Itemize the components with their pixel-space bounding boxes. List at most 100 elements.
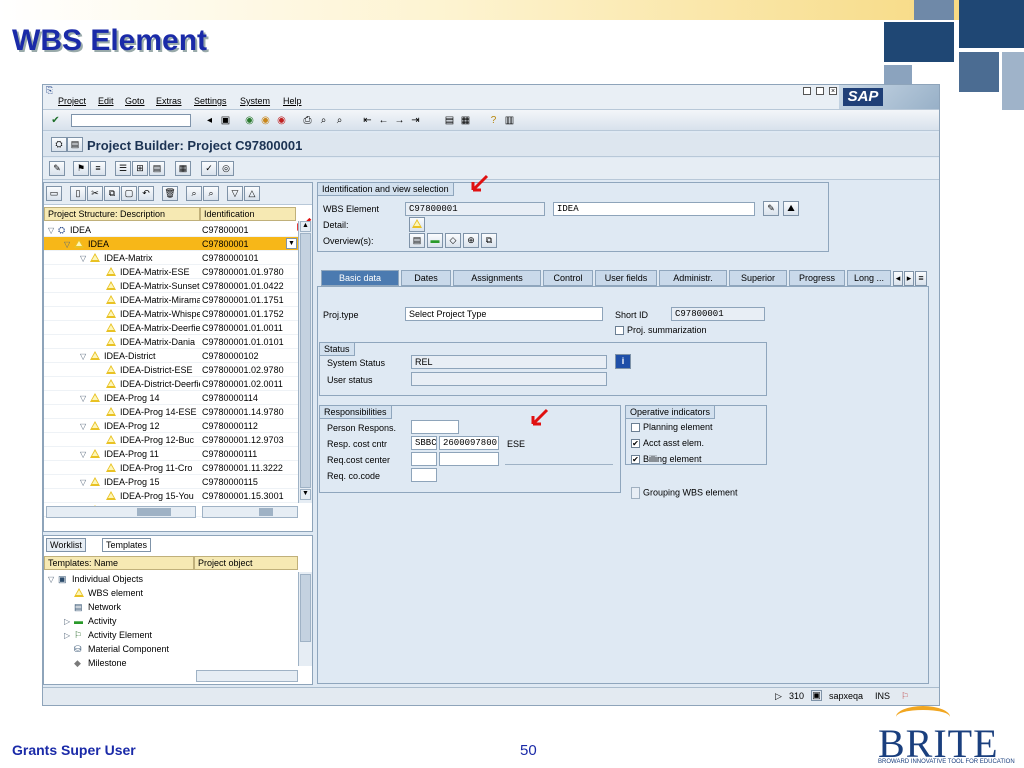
tree-row[interactable]: IDEA-District-ESE C97800001.02.9780 xyxy=(44,363,298,377)
tree-vertical-scrollbar[interactable]: ▲ ▼ xyxy=(298,221,312,503)
expand-icon[interactable]: △ xyxy=(244,186,260,201)
tab-list-icon[interactable]: ≡ xyxy=(915,271,927,286)
tab-control[interactable]: Control xyxy=(543,270,593,286)
tab-assignments[interactable]: Assignments xyxy=(453,270,541,286)
tree-row[interactable]: ▽ IDEA-Prog 14 C9780000114 xyxy=(44,391,298,405)
close-icon[interactable]: × xyxy=(829,87,837,95)
tree-row[interactable]: IDEA-Matrix-Deerfield C97800001.01.0011 xyxy=(44,321,298,335)
collapse-icon[interactable]: ▽ xyxy=(227,186,243,201)
menu-help[interactable]: Help xyxy=(283,96,302,106)
req-cost-center-field[interactable] xyxy=(439,452,499,466)
enter-icon[interactable]: ✔ xyxy=(49,114,62,127)
undo-icon[interactable]: ↶ xyxy=(138,186,154,201)
maximize-icon[interactable] xyxy=(816,87,824,95)
tree-row[interactable]: IDEA-Prog 14-ESE C97800001.14.9780 xyxy=(44,405,298,419)
last-page-icon[interactable]: ⇥ xyxy=(409,114,422,127)
billing-element-row[interactable]: ✔ Billing element xyxy=(631,454,702,465)
template-expander-icon[interactable]: ▽ xyxy=(48,573,58,587)
tree-expander-icon[interactable]: ▽ xyxy=(80,392,90,406)
next-page-icon[interactable]: → xyxy=(393,114,406,127)
user-status-field[interactable] xyxy=(411,372,607,386)
tree-row[interactable]: IDEA-Prog 12-Buc C97800001.12.9703 xyxy=(44,433,298,447)
proj-summ-row[interactable]: Proj. summarization xyxy=(615,325,707,336)
req-cost-center-area-field[interactable] xyxy=(411,452,437,466)
tree-expander-icon[interactable]: ▽ xyxy=(80,448,90,462)
tree-row[interactable]: IDEA-Matrix-ESE C97800001.01.9780 xyxy=(44,265,298,279)
tree-expander-icon[interactable]: ▽ xyxy=(80,476,90,490)
tree-row[interactable]: IDEA-District-DeerfieldC97800001.02.0011 xyxy=(44,377,298,391)
tree-expander-icon[interactable]: ▽ xyxy=(80,252,90,266)
edit-pencil-icon[interactable]: ✎ xyxy=(49,161,65,176)
tab-scroll-left-icon[interactable]: ◂ xyxy=(893,271,903,286)
exit-icon[interactable]: ◉ xyxy=(259,114,272,127)
system-status-field[interactable]: REL xyxy=(411,355,607,369)
tree-row[interactable]: ▽ IDEA-Prog 12 C9780000112 xyxy=(44,419,298,433)
gantt-icon[interactable]: ▤ xyxy=(149,161,165,176)
menu-goto[interactable]: Goto xyxy=(125,96,145,106)
back-small-icon[interactable]: ◂ xyxy=(203,114,216,127)
tree-col-description[interactable]: Project Structure: Description xyxy=(44,207,200,221)
tree-row[interactable]: ▽ IDEA-District C9780000102 xyxy=(44,349,298,363)
templates-vertical-scrollbar[interactable] xyxy=(298,572,312,666)
tab-scroll-right-icon[interactable]: ▸ xyxy=(904,271,914,286)
help-icon[interactable]: ? xyxy=(487,114,500,127)
menu-edit[interactable]: Edit xyxy=(98,96,114,106)
info-icon[interactable]: ≡ xyxy=(90,161,106,176)
short-id-field[interactable]: C97800001 xyxy=(671,307,765,321)
minimize-icon[interactable] xyxy=(803,87,811,95)
tree-row[interactable]: ▽ IDEA C97800001 xyxy=(44,237,298,251)
template-row[interactable]: ▷ ▬ Activity xyxy=(44,614,298,628)
tree-row[interactable]: IDEA-Matrix-Whisper C97800001.01.1752 xyxy=(44,307,298,321)
status-info-icon[interactable]: i xyxy=(615,354,631,369)
template-row[interactable]: ▷ ⚐ Activity Element xyxy=(44,628,298,642)
tree-graphic-icon[interactable]: ⊞ xyxy=(132,161,148,176)
menu-extras[interactable]: Extras xyxy=(156,96,182,106)
acct-asst-row[interactable]: ✔ Acct asst elem. xyxy=(631,438,704,449)
cancel-icon[interactable]: ◉ xyxy=(275,114,288,127)
tree-row[interactable]: ▽ ⛭ IDEA C97800001 xyxy=(44,223,298,237)
proj-summ-checkbox[interactable] xyxy=(615,326,624,336)
planning-element-checkbox[interactable] xyxy=(631,423,640,433)
row-dropdown-icon[interactable]: ▼ xyxy=(286,238,297,249)
layout-icon[interactable]: ▥ xyxy=(503,114,516,127)
cut-icon[interactable]: ✂ xyxy=(87,186,103,201)
templates-horizontal-scrollbar[interactable] xyxy=(196,670,298,682)
tree-row[interactable]: ▽ IDEA-Matrix C9780000101 xyxy=(44,251,298,265)
tree-row[interactable]: IDEA-Matrix-Dania C97800001.01.0101 xyxy=(44,335,298,349)
grouping-wbs-checkbox[interactable] xyxy=(631,487,640,499)
tab-worklist[interactable]: Worklist xyxy=(46,538,86,552)
template-expander-icon[interactable]: ▷ xyxy=(64,629,74,643)
template-row[interactable]: ⛁ Material Component xyxy=(44,642,298,656)
tree-row[interactable]: ▽ IDEA-Prog 15 C9780000115 xyxy=(44,475,298,489)
tree-row[interactable]: ▽ IDEA-Prog 11 C9780000111 xyxy=(44,447,298,461)
templates-col-object[interactable]: Project object xyxy=(194,556,298,570)
tree-expander-icon[interactable]: ▽ xyxy=(80,420,90,434)
table-icon[interactable]: ▦ xyxy=(175,161,191,176)
tree-expander-icon[interactable]: ▽ xyxy=(64,238,74,252)
menu-project[interactable]: Project xyxy=(58,96,86,106)
settings-icon[interactable]: ◎ xyxy=(218,161,234,176)
paste-icon[interactable]: ▢ xyxy=(121,186,137,201)
status-list-icon[interactable]: ▣ xyxy=(811,690,822,701)
check-icon[interactable]: ✓ xyxy=(201,161,217,176)
planning-element-row[interactable]: Planning element xyxy=(631,422,713,433)
hierarchy-icon[interactable]: ⚑ xyxy=(73,161,89,176)
delete-icon[interactable]: 🗑 xyxy=(162,186,178,201)
billing-element-checkbox[interactable]: ✔ xyxy=(631,455,640,465)
resp-cost-center-area-field[interactable]: SBBC xyxy=(411,436,437,450)
menu-settings[interactable]: Settings xyxy=(194,96,227,106)
template-row[interactable]: WBS element xyxy=(44,586,298,600)
tree-expand-icon[interactable]: ☰ xyxy=(115,161,131,176)
open-icon[interactable]: ▭ xyxy=(46,186,62,201)
tree-horizontal-scrollbar[interactable] xyxy=(46,506,196,518)
new-icon[interactable]: ▯ xyxy=(70,186,86,201)
new-session-icon[interactable]: ▤ xyxy=(443,114,456,127)
tree-row[interactable]: IDEA-Matrix-Sunset C97800001.01.0422 xyxy=(44,279,298,293)
tree-expander-icon[interactable]: ▽ xyxy=(48,224,58,238)
find-next-icon[interactable]: ⌕ xyxy=(333,114,346,127)
tab-basic-data[interactable]: Basic data xyxy=(321,270,399,286)
grouping-wbs-row[interactable]: Grouping WBS element xyxy=(631,487,738,499)
find-tree-icon[interactable]: ⌕ xyxy=(186,186,202,201)
tree-expander-icon[interactable]: ▽ xyxy=(80,350,90,364)
tab-user-fields[interactable]: User fields xyxy=(595,270,657,286)
